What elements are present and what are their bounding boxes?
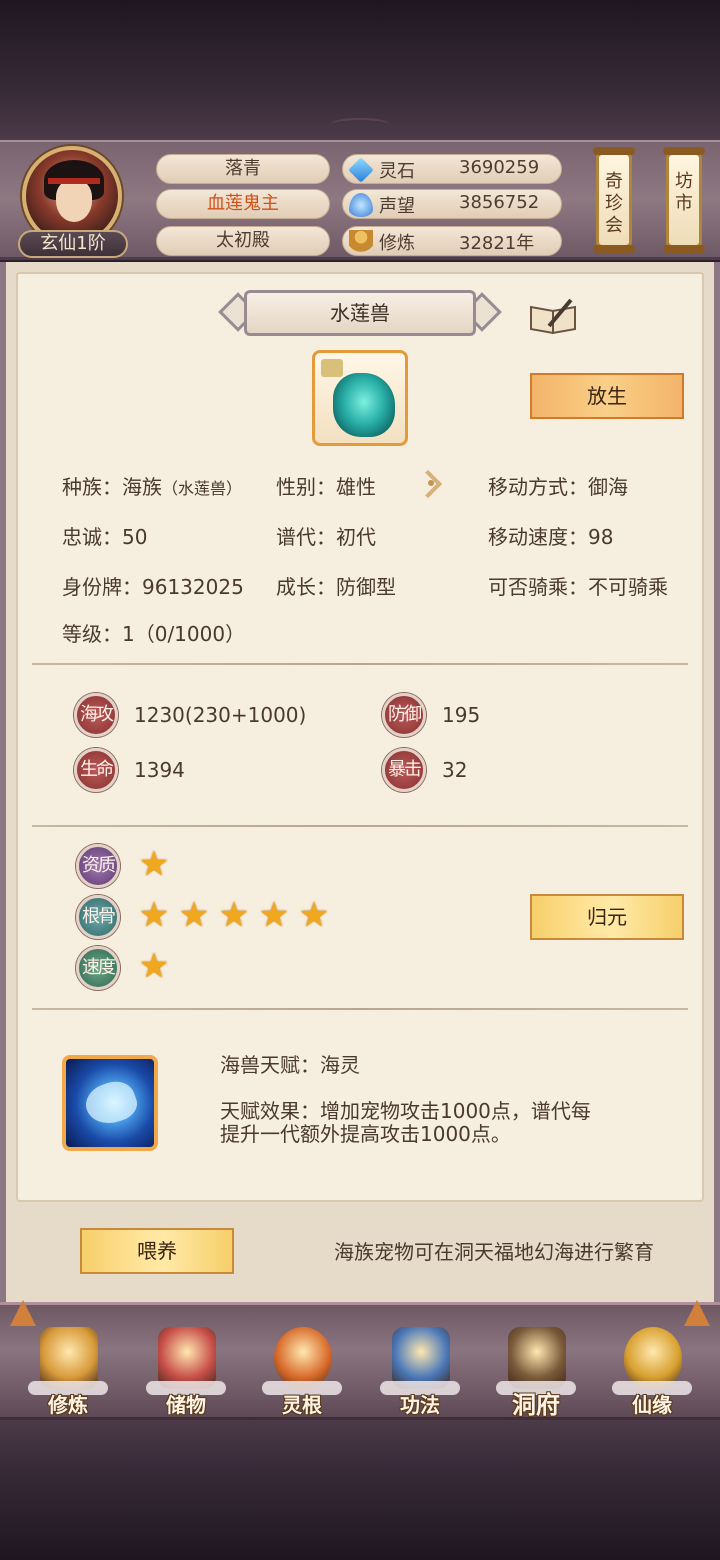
race-label: 种族：海族 xyxy=(62,475,162,499)
spirit-stone-icon xyxy=(348,157,374,183)
bone-stars: ★ ★ ★ ★ ★ xyxy=(136,897,332,935)
avatar-headband xyxy=(48,178,100,184)
cave-mansion-icon xyxy=(508,1327,566,1389)
cultivation-counter: 修炼 32821年 xyxy=(342,226,562,256)
nav-label: 灵根 xyxy=(282,1393,322,1417)
resource-label: 声望 xyxy=(379,196,415,217)
bone-badge: 根骨 xyxy=(76,895,120,939)
nav-fate[interactable]: 仙缘 xyxy=(602,1311,702,1419)
resource-value: 3690259 xyxy=(459,157,540,178)
cultivation-icon xyxy=(40,1327,98,1389)
sea-attack-value: 1230(230+1000) xyxy=(134,703,307,727)
defense-badge: 防御 xyxy=(382,693,426,737)
nav-spirit-root[interactable]: 灵根 xyxy=(252,1311,352,1419)
player-title: 血莲鬼主 xyxy=(156,189,330,219)
nav-cave-mansion[interactable]: 洞府 xyxy=(486,1311,586,1419)
nav-label: 洞府 xyxy=(512,1391,560,1419)
nav-label: 修炼 xyxy=(48,1393,88,1417)
move-mode-info: 移动方式：御海 xyxy=(488,475,628,499)
skill-fin xyxy=(80,1075,142,1131)
nav-label: 储物 xyxy=(166,1393,206,1417)
aptitude-badge: 资质 xyxy=(76,844,120,888)
nav-storage[interactable]: 储物 xyxy=(136,1311,236,1419)
ornament xyxy=(330,118,390,132)
nav-cultivation[interactable]: 修炼 xyxy=(18,1311,118,1419)
reputation-counter: 声望 3856752 xyxy=(342,189,562,219)
star-icon: ★ xyxy=(218,895,250,935)
feed-button[interactable]: 喂养 xyxy=(80,1228,234,1274)
water-lotus-beast-icon xyxy=(333,373,395,437)
gender-arrow-icon[interactable] xyxy=(414,470,444,496)
aptitude-stars: ★ xyxy=(136,846,172,884)
star-icon: ★ xyxy=(178,895,210,935)
star-icon: ★ xyxy=(258,895,290,935)
hp-value: 1394 xyxy=(134,758,185,782)
rideable-info: 可否骑乘：不可骑乘 xyxy=(488,575,668,599)
pet-name-plate: 水莲兽 xyxy=(216,290,504,336)
market-label: 坊市 xyxy=(675,171,693,214)
defense-value: 195 xyxy=(442,703,481,727)
divider xyxy=(32,663,688,665)
player-name: 落青 xyxy=(156,154,330,184)
speed-stars: ★ xyxy=(136,948,172,986)
spirit-root-icon xyxy=(274,1327,332,1389)
storage-bag-icon xyxy=(158,1327,216,1389)
talent-name: 海兽天赋：海灵 xyxy=(220,1053,360,1077)
pet-portrait[interactable] xyxy=(312,350,408,446)
top-band xyxy=(0,0,720,140)
generation-info: 谱代：初代 xyxy=(276,525,376,549)
nav-techniques[interactable]: 功法 xyxy=(370,1311,470,1419)
rank-badge: 玄仙1阶 xyxy=(18,230,128,258)
race-subtype: （水莲兽） xyxy=(162,479,243,498)
scripture-book-icon xyxy=(392,1327,450,1389)
resource-value: 3856752 xyxy=(459,192,540,213)
star-icon: ★ xyxy=(138,895,170,935)
bottom-nav: 修炼 储物 灵根 功法 洞府 仙缘 xyxy=(0,1302,720,1420)
level-info: 等级：1（0/1000） xyxy=(62,622,246,646)
loyalty-info: 忠诚：50 xyxy=(62,525,148,549)
resource-label: 灵石 xyxy=(379,161,415,182)
race-info: 种族：海族（水莲兽） xyxy=(62,471,242,500)
rename-book-icon[interactable] xyxy=(530,296,580,336)
avatar-face xyxy=(56,180,92,222)
crit-badge: 暴击 xyxy=(382,748,426,792)
star-icon: ★ xyxy=(298,895,330,935)
gender-info: 性别：雄性 xyxy=(276,475,376,499)
growth-info: 成长：防御型 xyxy=(276,575,396,599)
guiyuan-button[interactable]: 归元 xyxy=(530,894,684,940)
star-icon: ★ xyxy=(138,946,170,986)
hp-badge: 生命 xyxy=(74,748,118,792)
cultivation-icon xyxy=(349,230,373,254)
treasure-fair-button[interactable]: 奇珍会 xyxy=(593,147,635,253)
resource-value: 32821年 xyxy=(459,233,535,254)
id-tag-info: 身份牌：96132025 xyxy=(62,575,244,599)
bottom-band xyxy=(0,1420,720,1560)
breeding-hint: 海族宠物可在洞天福地幻海进行繁育 xyxy=(334,1240,654,1264)
divider xyxy=(32,1008,688,1010)
spirit-stone-counter: 灵石 3690259 xyxy=(342,154,562,184)
player-sect: 太初殿 xyxy=(156,226,330,256)
star-icon: ★ xyxy=(138,844,170,884)
lock-icon xyxy=(321,359,343,377)
speed-badge: 速度 xyxy=(76,946,120,990)
talent-effect-line2: 提升一代额外提高攻击1000点。 xyxy=(220,1122,511,1146)
pet-name: 水莲兽 xyxy=(244,290,476,336)
treasure-fair-label: 奇珍会 xyxy=(605,171,623,236)
nav-label: 仙缘 xyxy=(632,1393,672,1417)
move-speed-info: 移动速度：98 xyxy=(488,525,614,549)
reputation-icon xyxy=(349,193,373,217)
nav-label: 功法 xyxy=(400,1393,440,1417)
sea-spirit-skill-icon[interactable] xyxy=(62,1055,158,1151)
resource-label: 修炼 xyxy=(379,233,415,254)
divider xyxy=(32,825,688,827)
crit-value: 32 xyxy=(442,758,468,782)
release-button[interactable]: 放生 xyxy=(530,373,684,419)
talent-effect-line1: 天赋效果：增加宠物攻击1000点，谱代每 xyxy=(220,1099,591,1123)
player-header: 玄仙1阶 落青 血莲鬼主 太初殿 灵石 3690259 声望 3856752 修… xyxy=(0,140,720,260)
sea-attack-badge: 海攻 xyxy=(74,693,118,737)
gourd-icon xyxy=(624,1327,682,1389)
player-avatar[interactable]: 玄仙1阶 xyxy=(18,142,128,258)
market-button[interactable]: 坊市 xyxy=(663,147,705,253)
